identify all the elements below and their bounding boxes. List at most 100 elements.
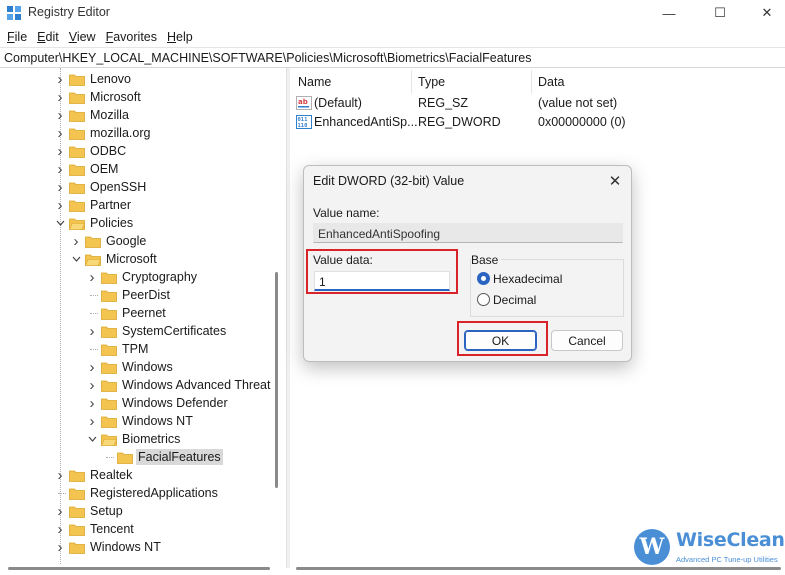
- chevron-right-icon[interactable]: ›: [54, 160, 66, 178]
- tree-item[interactable]: › OEM: [54, 160, 120, 178]
- chevron-right-icon[interactable]: ›: [54, 502, 66, 520]
- folder-icon: [69, 109, 85, 122]
- folder-icon: [69, 145, 85, 158]
- folder-icon: [101, 415, 117, 428]
- string-value-icon: ab: [296, 96, 312, 110]
- chevron-right-icon[interactable]: ›: [86, 376, 98, 394]
- base-label: Base: [471, 253, 502, 267]
- tree-item[interactable]: › Tencent: [54, 520, 136, 538]
- chevron-right-icon[interactable]: ›: [86, 358, 98, 376]
- wisecleaner-watermark: W WiseCleaner Advanced PC Tune-up Utilit…: [632, 527, 785, 571]
- chevron-right-icon[interactable]: ›: [54, 88, 66, 106]
- tree-vertical-scrollbar[interactable]: [275, 272, 278, 488]
- column-header-type[interactable]: Type: [412, 70, 532, 94]
- watermark-tagline: Advanced PC Tune-up Utilities: [676, 555, 778, 564]
- chevron-right-icon[interactable]: ›: [70, 232, 82, 250]
- value-data: (value not set): [538, 96, 618, 110]
- chevron-right-icon[interactable]: ›: [54, 70, 66, 88]
- svg-text:ab: ab: [298, 98, 308, 106]
- chevron-right-icon[interactable]: ›: [86, 322, 98, 340]
- column-header-name[interactable]: Name: [292, 70, 412, 94]
- chevron-right-icon[interactable]: ›: [54, 196, 66, 214]
- menu-favorites[interactable]: Favorites: [101, 30, 162, 44]
- column-header-data[interactable]: Data: [532, 70, 732, 94]
- tree-item-label: Realtek: [90, 468, 133, 482]
- tree-item[interactable]: › mozilla.org: [54, 124, 152, 142]
- dialog-close-button[interactable]: ✕: [604, 171, 626, 191]
- tree-item-label: ODBC: [90, 144, 127, 158]
- folder-icon: [69, 163, 85, 176]
- tree-item[interactable]: › ODBC: [54, 142, 128, 160]
- value-name-field: EnhancedAntiSpoofing: [313, 223, 623, 243]
- tree-item[interactable]: › Windows Defender: [86, 394, 230, 412]
- chevron-right-icon[interactable]: ›: [86, 394, 98, 412]
- menu-edit[interactable]: Edit: [32, 30, 64, 44]
- radio-decimal-button[interactable]: [477, 293, 490, 306]
- tree-item[interactable]: › Windows NT: [54, 538, 163, 556]
- chevron-right-icon[interactable]: ›: [54, 466, 66, 484]
- tree-item[interactable]: › Partner: [54, 196, 133, 214]
- tree-item[interactable]: › Lenovo: [54, 70, 133, 88]
- tree-item[interactable]: › Google: [70, 232, 148, 250]
- folder-open-icon: [69, 217, 85, 230]
- tree-item-label: Windows Advanced Threat: [122, 378, 271, 392]
- tree-connector: [86, 304, 98, 322]
- tree-item[interactable]: › Cryptography: [86, 268, 199, 286]
- close-window-button[interactable]: ✕: [744, 0, 785, 26]
- maximize-icon: ☐: [714, 5, 726, 20]
- chevron-right-icon[interactable]: ›: [54, 520, 66, 538]
- tree-item[interactable]: TPM: [86, 340, 150, 358]
- tree-connector: [102, 448, 114, 466]
- chevron-down-icon[interactable]: [86, 430, 98, 448]
- tree-item[interactable]: › Setup: [54, 502, 125, 520]
- folder-icon: [69, 487, 85, 500]
- chevron-right-icon[interactable]: ›: [54, 124, 66, 142]
- chevron-down-icon[interactable]: [54, 214, 66, 232]
- tree-item[interactable]: › Windows Advanced Threat: [86, 376, 272, 394]
- tree-item[interactable]: RegisteredApplications: [54, 484, 220, 502]
- tree-item[interactable]: › SystemCertificates: [86, 322, 228, 340]
- tree-item[interactable]: Policies: [54, 214, 135, 232]
- chevron-right-icon[interactable]: ›: [86, 268, 98, 286]
- tree-item[interactable]: › OpenSSH: [54, 178, 148, 196]
- folder-icon: [101, 361, 117, 374]
- highlight-ok-button: [457, 321, 548, 356]
- tree-item[interactable]: › Windows: [86, 358, 175, 376]
- tree-item-label: Windows NT: [122, 414, 193, 428]
- chevron-right-icon[interactable]: ›: [54, 178, 66, 196]
- value-name: EnhancedAntiSp...: [314, 115, 418, 129]
- tree-item[interactable]: › Mozilla: [54, 106, 131, 124]
- folder-open-icon: [85, 253, 101, 266]
- radio-hexadecimal-button[interactable]: [477, 272, 490, 285]
- chevron-right-icon[interactable]: ›: [54, 538, 66, 556]
- tree-item[interactable]: FacialFeatures: [102, 448, 223, 466]
- dialog-title: Edit DWORD (32-bit) Value: [313, 174, 465, 188]
- cancel-button[interactable]: Cancel: [551, 330, 623, 351]
- tree-item-label: mozilla.org: [90, 126, 151, 140]
- folder-icon: [69, 181, 85, 194]
- folder-icon: [101, 271, 117, 284]
- chevron-right-icon[interactable]: ›: [54, 106, 66, 124]
- chevron-right-icon[interactable]: ›: [86, 412, 98, 430]
- tree-item-label: PeerDist: [122, 288, 170, 302]
- menu-help[interactable]: Help: [162, 30, 198, 44]
- chevron-right-icon[interactable]: ›: [54, 142, 66, 160]
- tree-item[interactable]: › Windows NT: [86, 412, 195, 430]
- tree-connector: [54, 484, 66, 502]
- tree-item[interactable]: › Realtek: [54, 466, 134, 484]
- tree-item[interactable]: › Microsoft: [54, 88, 143, 106]
- tree-item[interactable]: Biometrics: [86, 430, 182, 448]
- svg-text:110: 110: [298, 123, 308, 129]
- chevron-down-icon[interactable]: [70, 250, 82, 268]
- menu-file[interactable]: File: [2, 30, 32, 44]
- tree-item[interactable]: Peernet: [86, 304, 168, 322]
- tree-item[interactable]: Microsoft: [70, 250, 159, 268]
- address-bar[interactable]: Computer\HKEY_LOCAL_MACHINE\SOFTWARE\Pol…: [0, 47, 785, 68]
- tree-horizontal-scrollbar[interactable]: [8, 567, 270, 570]
- tree-item-label: OEM: [90, 162, 119, 176]
- pane-splitter[interactable]: [286, 68, 290, 568]
- minimize-button[interactable]: —: [646, 0, 692, 26]
- maximize-button[interactable]: ☐: [697, 0, 743, 26]
- tree-item[interactable]: PeerDist: [86, 286, 172, 304]
- menu-view[interactable]: View: [64, 30, 101, 44]
